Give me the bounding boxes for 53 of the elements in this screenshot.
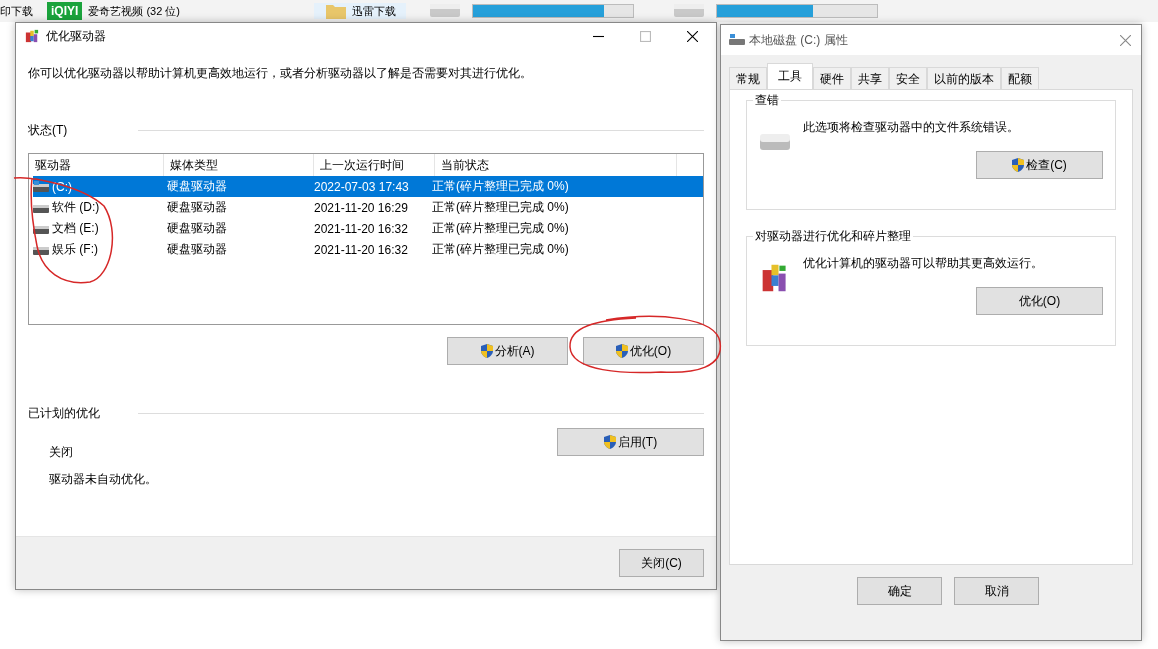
last-run-cell-text: 2021-11-20 16:32 (313, 221, 409, 236)
ok-button[interactable]: 确定 (857, 577, 942, 605)
window-title: 本地磁盘 (C:) 属性 (749, 31, 849, 49)
tab[interactable]: 安全 (889, 67, 927, 89)
drive-row[interactable]: 文档 (E:) 硬盘驱动器 2021-11-20 16:32 正常(碎片整理已完成 0%) (33, 218, 703, 239)
status-cell-text: 正常(碎片整理已完成 0%) (431, 178, 570, 195)
group-description: 优化计算机的驱动器可以帮助其更高效运行。 (803, 255, 1043, 272)
status-cell-text: 正常(碎片整理已完成 0%) (431, 241, 570, 258)
status-cell-text: 正常(碎片整理已完成 0%) (431, 220, 570, 237)
media-type-cell-text: 硬盘驱动器 (166, 220, 228, 237)
section-label: 已计划的优化 (28, 405, 101, 422)
status-cell-text: 正常(碎片整理已完成 0%) (431, 199, 570, 216)
media-type-cell-text: 硬盘驱动器 (166, 178, 228, 195)
description-text: 你可以优化驱动器以帮助计算机更高效地运行，或者分析驱动器以了解是否需要对其进行优化。 (28, 65, 533, 82)
tab[interactable]: 常规 (729, 67, 767, 89)
cancel-button[interactable]: 取消 (954, 577, 1039, 605)
drive-name: 娱乐 (F:) (52, 241, 98, 258)
folder-icon (326, 3, 347, 19)
group-description: 此选项将检查驱动器中的文件系统错误。 (803, 119, 1019, 136)
section-label: 状态(T) (28, 122, 69, 139)
close-button[interactable]: 关闭(C) (619, 549, 704, 577)
group-title: 对驱动器进行优化和碎片整理 (753, 228, 913, 245)
last-run-cell-text: 2021-11-20 16:32 (313, 242, 409, 257)
enable-button[interactable]: 启用(T) (557, 428, 704, 456)
drive-row[interactable]: 软件 (D:) 硬盘驱动器 2021-11-20 16:29 正常(碎片整理已完成 0%) (33, 197, 703, 218)
last-run-cell-text: 2022-07-03 17:43 (313, 179, 410, 194)
drive-row[interactable]: 娱乐 (F:) 硬盘驱动器 2021-11-20 16:32 正常(碎片整理已完成 0%) (33, 239, 703, 260)
tab[interactable]: 共享 (851, 67, 889, 89)
tab[interactable]: 配额 (1001, 67, 1039, 89)
app-logo: iQIYI (47, 2, 83, 20)
drive-name: 文档 (E:) (52, 220, 99, 237)
analyze-button[interactable]: 分析(A) (447, 337, 568, 365)
media-type-cell-text: 硬盘驱动器 (166, 241, 228, 258)
drive-name: 软件 (D:) (52, 199, 100, 216)
window-title: 优化驱动器 (46, 27, 107, 45)
explorer-item-label: 迅雷下载 (352, 3, 397, 19)
tab[interactable]: 工具 (767, 63, 813, 89)
media-type-cell-text: 硬盘驱动器 (166, 199, 228, 216)
system-drive-icon (33, 180, 49, 193)
group-title: 查错 (753, 92, 781, 109)
schedule-note: 驱动器未自动优化。 (49, 471, 157, 488)
last-run-cell-text: 2021-11-20 16:29 (313, 200, 409, 215)
optimize-button[interactable]: 优化(O) (583, 337, 704, 365)
system-drive-icon (729, 33, 745, 47)
optimize-button[interactable]: 优化(O) (976, 287, 1103, 315)
defrag-icon (24, 29, 40, 43)
explorer-item-label: 爱奇艺视频 (32 位) (88, 3, 181, 19)
explorer-item-label: 印下载 (0, 3, 33, 19)
tab[interactable]: 硬件 (813, 67, 851, 89)
shield-icon (603, 435, 616, 449)
schedule-state: 关闭 (49, 444, 74, 461)
check-button[interactable]: 检查(C) (976, 151, 1103, 179)
tab[interactable]: 以前的版本 (927, 67, 1001, 89)
